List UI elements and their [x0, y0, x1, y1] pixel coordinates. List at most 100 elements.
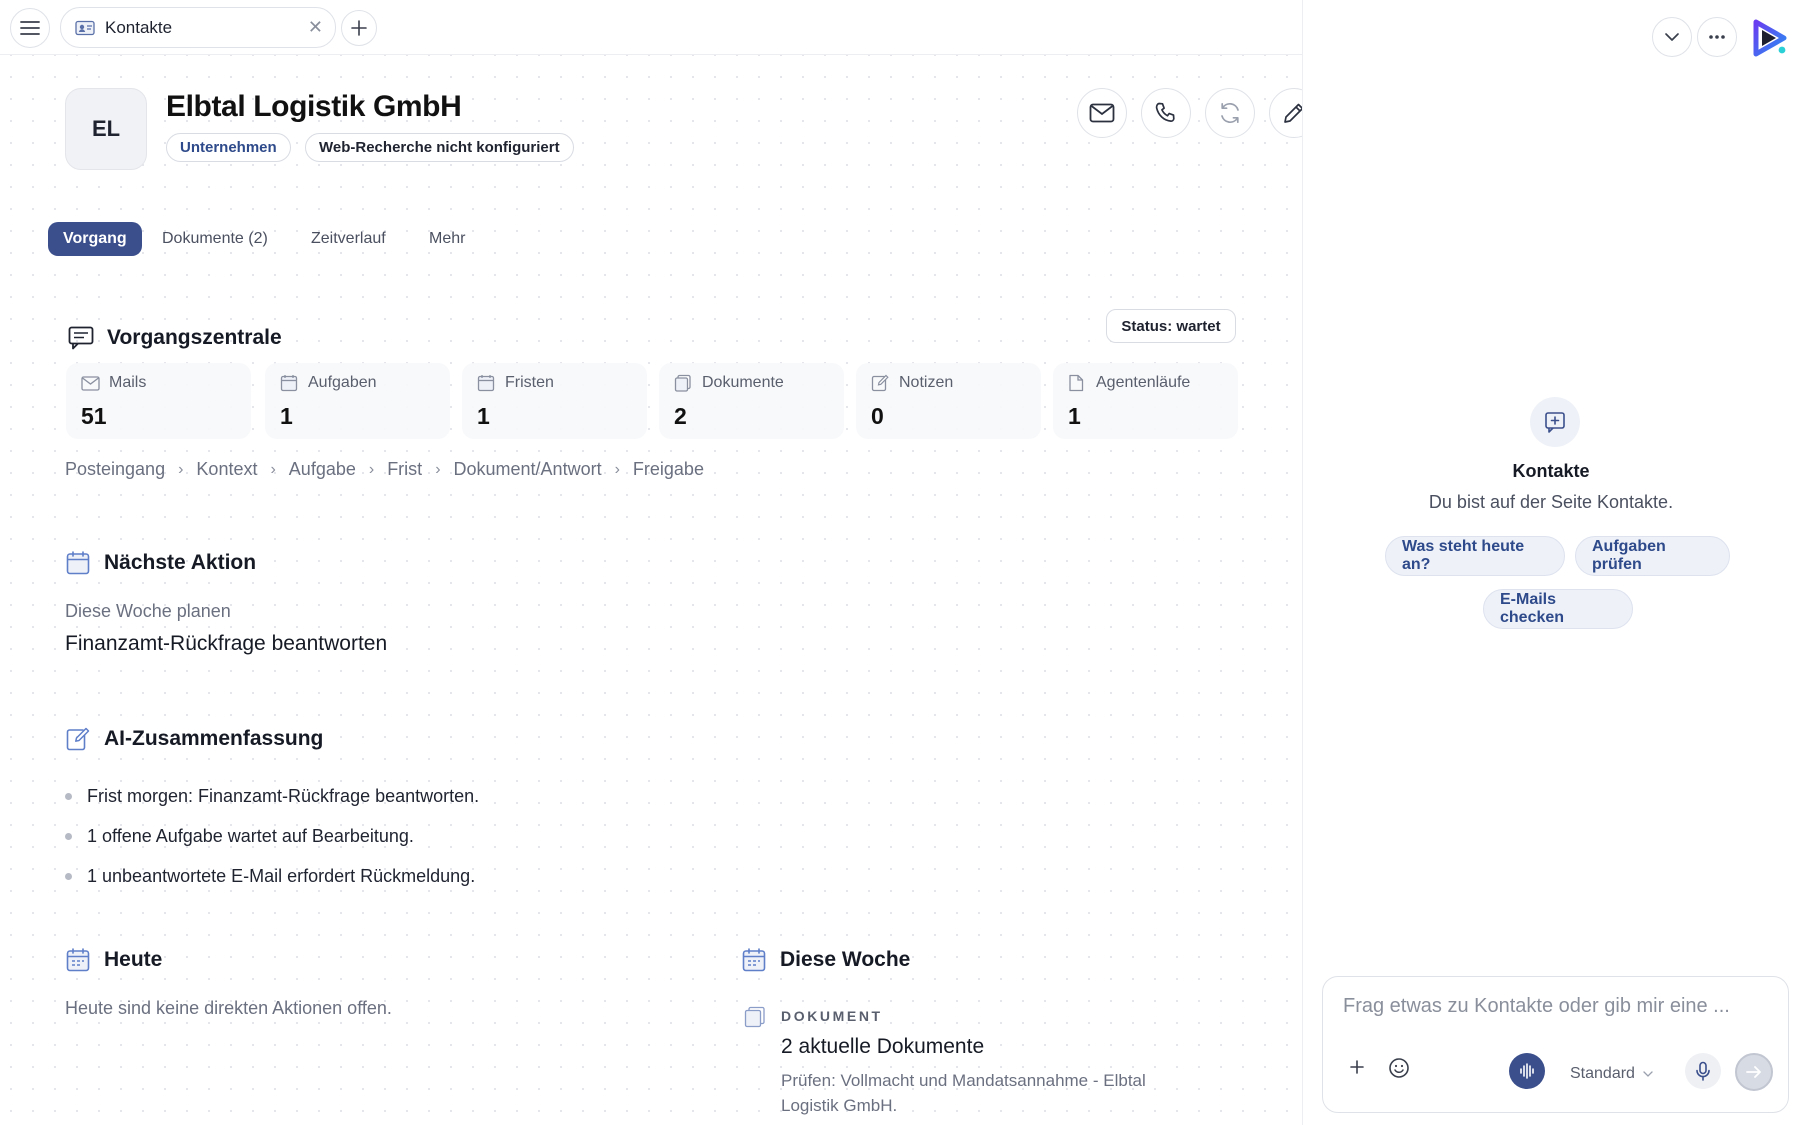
tab-zeitverlauf[interactable]: Zeitverlauf	[296, 222, 401, 256]
chevron-right-icon: ›	[435, 460, 441, 478]
chevron-right-icon: ›	[270, 460, 276, 478]
note-edit-icon	[65, 726, 91, 752]
new-tab-button[interactable]	[341, 10, 377, 46]
context-title: Kontakte	[1512, 461, 1590, 481]
breadcrumb-step[interactable]: Dokument/Antwort	[454, 459, 602, 480]
chevron-right-icon: ›	[614, 460, 620, 478]
week-item-description: Prüfen: Vollmacht und Mandatsannahme - E…	[781, 1071, 1146, 1115]
sync-button[interactable]	[1205, 88, 1255, 138]
message-icon	[68, 325, 94, 351]
file-icon	[1068, 373, 1088, 393]
stat-value: 2	[674, 403, 687, 429]
workflow-breadcrumb: Posteingang › Kontext › Aufgabe › Frist …	[65, 459, 704, 480]
breadcrumb-step[interactable]: Frist	[387, 459, 422, 480]
microphone-icon	[1696, 1061, 1710, 1081]
list-item: Frist morgen: Finanzamt-Rückfrage beantw…	[65, 776, 479, 816]
document-icon	[744, 1006, 765, 1028]
stat-fristen[interactable]: Fristen 1	[462, 363, 647, 439]
calendar-icon	[65, 550, 91, 576]
calendar-icon	[477, 373, 497, 393]
today-heading: Heute	[65, 947, 162, 973]
today-text: Heute sind keine direkten Aktionen offen…	[65, 998, 392, 1018]
status-badge[interactable]: Status: wartet	[1106, 309, 1236, 343]
bullet-icon	[65, 872, 72, 880]
avatar: EL	[65, 88, 147, 170]
collapse-button[interactable]	[1652, 17, 1692, 57]
tab-bar: Kontakte ✕	[0, 0, 1302, 55]
chat-plus-icon	[1545, 412, 1565, 433]
summary-title: AI-Zusammenfassung	[104, 727, 324, 750]
summary-text: Frist morgen: Finanzamt-Rückfrage beantw…	[87, 785, 480, 806]
summary-list: Frist morgen: Finanzamt-Rückfrage beantw…	[65, 776, 479, 896]
tab-label: Kontakte	[105, 17, 173, 37]
attach-button[interactable]	[1345, 1055, 1369, 1079]
calendar-icon	[65, 947, 91, 973]
phone-icon	[1155, 102, 1175, 122]
send-button[interactable]	[1735, 1053, 1773, 1091]
edit-button[interactable]	[1269, 88, 1302, 138]
suggestion-chip[interactable]: Aufgaben prüfen	[1575, 536, 1730, 576]
stat-agentenlaeufe[interactable]: Agentenläufe 1	[1053, 363, 1238, 439]
tab-vorgang[interactable]: Vorgang	[48, 222, 142, 256]
vorgang-heading: Vorgangszentrale	[68, 325, 282, 351]
week-heading: Diese Woche	[741, 947, 910, 973]
plus-icon	[1350, 1060, 1364, 1074]
bullet-icon	[65, 792, 72, 800]
suggestion-chip[interactable]: Was steht heute an?	[1385, 536, 1565, 576]
tab-dokumente[interactable]: Dokumente (2)	[147, 222, 283, 256]
model-select-value: Standard	[1570, 1065, 1635, 1082]
tab-kontakte[interactable]: Kontakte ✕	[60, 7, 336, 48]
summary-text: 1 offene Aufgabe wartet auf Bearbeitung.	[87, 825, 414, 846]
more-options-button[interactable]	[1697, 17, 1737, 57]
breadcrumb-step[interactable]: Posteingang	[65, 459, 165, 480]
stat-dokumente[interactable]: Dokumente 2	[659, 363, 844, 439]
emoji-button[interactable]	[1386, 1055, 1412, 1081]
week-item-title[interactable]: 2 aktuelle Dokumente	[781, 1035, 984, 1059]
smiley-icon	[1389, 1058, 1409, 1078]
close-icon[interactable]: ✕	[308, 17, 323, 38]
suggestion-chip[interactable]: E-Mails checken	[1483, 589, 1633, 629]
next-action-text[interactable]: Finanzamt-Rückfrage beantworten	[65, 632, 387, 656]
stat-label: Notizen	[899, 374, 954, 391]
stat-notizen[interactable]: Notizen 0	[856, 363, 1041, 439]
call-button[interactable]	[1141, 88, 1191, 138]
mail-icon	[1089, 103, 1115, 123]
next-action-title: Nächste Aktion	[104, 551, 257, 574]
chevron-right-icon: ›	[368, 460, 375, 478]
note-icon	[871, 373, 891, 393]
stat-aufgaben[interactable]: Aufgaben 1	[265, 363, 450, 439]
tab-mehr[interactable]: Mehr	[414, 222, 480, 256]
context-icon	[1530, 397, 1580, 447]
week-item-kicker: DOKUMENT	[781, 1008, 883, 1024]
chat-composer: Frag etwas zu Kontakte oder gib mir eine…	[1322, 976, 1789, 1113]
page-title: Elbtal Logistik GmbH	[166, 90, 462, 123]
chat-input[interactable]: Frag etwas zu Kontakte oder gib mir eine…	[1343, 995, 1730, 1018]
stat-label: Dokumente	[702, 374, 784, 391]
document-icon	[674, 373, 694, 393]
breadcrumb-step[interactable]: Aufgabe	[289, 459, 356, 480]
context-subtitle: Du bist auf der Seite Kontakte.	[1428, 492, 1674, 512]
bullet-icon	[65, 832, 72, 840]
vorgang-title: Vorgangszentrale	[107, 326, 282, 349]
model-select[interactable]: Standard	[1570, 1057, 1653, 1091]
stat-label: Fristen	[505, 374, 554, 391]
email-button[interactable]	[1077, 88, 1127, 138]
stat-value: 1	[1068, 403, 1081, 429]
more-horizontal-icon	[1709, 35, 1725, 39]
breadcrumb-step[interactable]: Freigabe	[633, 459, 704, 480]
voice-mode-button[interactable]	[1509, 1053, 1545, 1089]
menu-button[interactable]	[10, 8, 50, 48]
week-title: Diese Woche	[780, 948, 911, 971]
calendar-icon	[280, 373, 300, 393]
main-content: Kontakte ✕ EL Elbtal Logistik GmbH Unter…	[0, 0, 1302, 1125]
list-item: 1 unbeantwortete E-Mail erfordert Rückme…	[65, 856, 479, 896]
hamburger-icon	[20, 21, 40, 35]
chevron-down-icon	[1665, 33, 1679, 41]
stat-value: 0	[871, 403, 884, 429]
breadcrumb-step[interactable]: Kontext	[196, 459, 257, 480]
app-logo-icon	[1753, 19, 1787, 57]
summary-text: 1 unbeantwortete E-Mail erfordert Rückme…	[87, 865, 476, 886]
pencil-icon	[1284, 103, 1302, 123]
stat-mails[interactable]: Mails 51	[66, 363, 251, 439]
microphone-button[interactable]	[1685, 1053, 1721, 1089]
